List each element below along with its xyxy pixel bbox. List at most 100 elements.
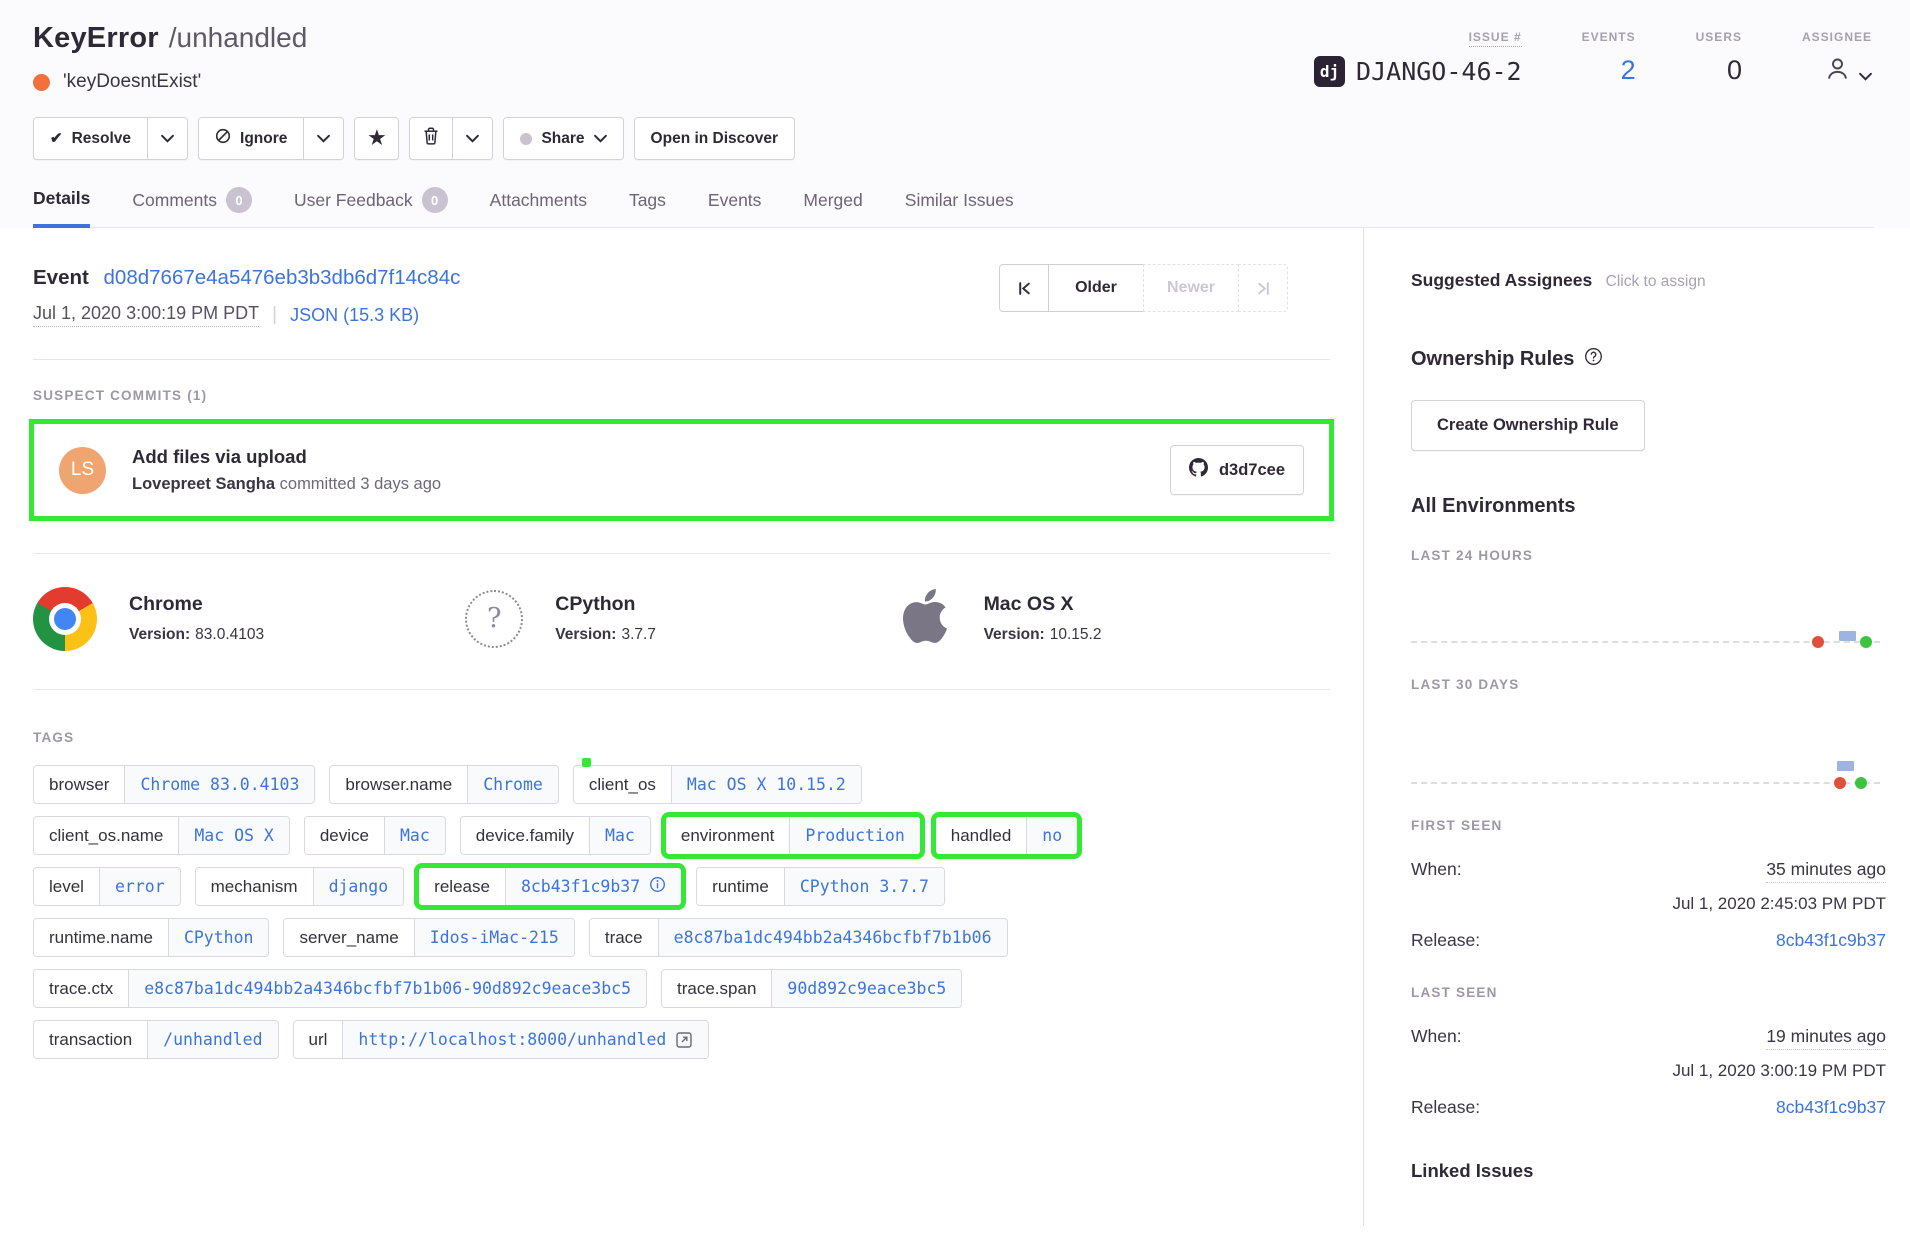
- tag-pill-browser: browser Chrome 83.0.4103: [33, 765, 315, 804]
- ignore-dropdown-button[interactable]: [303, 118, 343, 159]
- resolve-button[interactable]: ✔ Resolve: [34, 118, 147, 159]
- tab-merged[interactable]: Merged: [803, 187, 862, 227]
- older-event-button[interactable]: Older: [1048, 264, 1144, 312]
- tag-value-link[interactable]: Mac OS X 10.15.2: [671, 766, 861, 803]
- first-seen-relative: 35 minutes ago: [1766, 859, 1886, 883]
- tag-value-link[interactable]: Mac: [384, 817, 445, 854]
- tags-heading: TAGS: [33, 730, 1330, 745]
- issue-header: KeyError /unhandled 'keyDoesntExist' ISS…: [0, 0, 1910, 228]
- last-seen-absolute: Jul 1, 2020 3:00:19 PM PDT: [1411, 1061, 1886, 1081]
- project-badge-icon: dj: [1314, 56, 1345, 87]
- event-timestamp: Jul 1, 2020 3:00:19 PM PDT: [33, 303, 259, 327]
- tag-value-link[interactable]: Mac: [589, 817, 650, 854]
- commit-author-avatar: LS: [59, 447, 106, 494]
- context-version: 10.15.2: [1050, 626, 1102, 643]
- event-header-section: Event d08d7667e4a5476eb3b3db6d7f14c84c J…: [33, 228, 1330, 360]
- issue-number-label: ISSUE #: [1469, 30, 1522, 47]
- event-bar: [1839, 631, 1856, 641]
- star-icon: ★: [368, 129, 385, 148]
- tag-pill-server-name: server_name Idos-iMac-215: [283, 918, 574, 957]
- ignore-button[interactable]: Ignore: [199, 118, 303, 159]
- context-browser: Chrome Version:83.0.4103: [33, 586, 465, 651]
- tag-value-link[interactable]: http://localhost:8000/unhandled: [342, 1021, 708, 1058]
- create-ownership-rule-button[interactable]: Create Ownership Rule: [1411, 400, 1645, 451]
- events-label: EVENTS: [1582, 30, 1636, 44]
- events-count[interactable]: 2: [1582, 55, 1636, 86]
- tag-value-link[interactable]: /unhandled: [147, 1021, 277, 1058]
- suspect-commit-row: LS Add files via upload Lovepreet Sangha…: [33, 423, 1330, 517]
- bookmark-star-button[interactable]: ★: [355, 118, 398, 159]
- context-version: 3.7.7: [621, 626, 655, 643]
- tab-similar-issues[interactable]: Similar Issues: [905, 187, 1014, 227]
- delete-dropdown-button[interactable]: [452, 118, 492, 159]
- ownership-rules-title: Ownership Rules: [1411, 348, 1574, 371]
- chrome-icon: [33, 587, 97, 651]
- context-runtime: ? CPython Version:3.7.7: [465, 586, 897, 651]
- last-seen-release-link[interactable]: 8cb43f1c9b37: [1776, 1097, 1886, 1118]
- tag-pill-environment: environment Production: [665, 816, 921, 855]
- check-icon: ✔: [50, 131, 63, 146]
- tab-details[interactable]: Details: [33, 187, 90, 228]
- tab-attachments[interactable]: Attachments: [490, 187, 587, 227]
- release-marker-icon: [1860, 636, 1872, 648]
- first-seen-label: FIRST SEEN: [1411, 818, 1886, 833]
- events-sparkline-24h: [1411, 563, 1880, 643]
- event-json-link[interactable]: JSON (15.3 KB): [290, 305, 419, 326]
- share-button[interactable]: Share: [504, 118, 622, 159]
- assignee-dropdown[interactable]: [1824, 55, 1872, 89]
- info-icon[interactable]: [649, 876, 666, 897]
- tag-pill-trace-span: trace.span 90d892c9eace3bc5: [661, 969, 962, 1008]
- context-name: CPython: [555, 593, 656, 616]
- context-version: 83.0.4103: [195, 626, 264, 643]
- last-24-hours-label: LAST 24 HOURS: [1411, 548, 1886, 563]
- release-marker-icon: [1834, 777, 1846, 789]
- external-link-icon[interactable]: [675, 1031, 693, 1049]
- first-seen-release-link[interactable]: 8cb43f1c9b37: [1776, 930, 1886, 951]
- tag-value-link[interactable]: error: [99, 868, 180, 905]
- tag-value-link[interactable]: e8c87ba1dc494bb2a4346bcfbf7b1b06-90d892c…: [128, 970, 646, 1007]
- suspect-commits-section: SUSPECT COMMITS (1) LS Add files via upl…: [33, 360, 1330, 554]
- tag-value-link[interactable]: CPython: [168, 919, 269, 956]
- tag-value-link[interactable]: django: [313, 868, 404, 905]
- tag-value-link[interactable]: 8cb43f1c9b37: [505, 868, 681, 905]
- oldest-event-button[interactable]: [999, 264, 1049, 312]
- chevron-down-icon: [466, 130, 479, 148]
- tags-section: TAGS browser Chrome 83.0.4103 browser.na…: [33, 690, 1330, 1059]
- stat-assignee: ASSIGNEE: [1802, 28, 1872, 89]
- tag-value-link[interactable]: CPython 3.7.7: [784, 868, 944, 905]
- tag-value-link[interactable]: Chrome: [467, 766, 558, 803]
- last-30-days-label: LAST 30 DAYS: [1411, 677, 1886, 692]
- tab-tags[interactable]: Tags: [629, 187, 666, 227]
- tag-pill-level: level error: [33, 867, 181, 906]
- release-marker-icon: [1855, 777, 1867, 789]
- event-bar: [1837, 761, 1854, 771]
- tag-value-link[interactable]: Production: [789, 817, 919, 854]
- tag-pill-device-family: device.family Mac: [460, 816, 651, 855]
- annotation-dot: [582, 758, 591, 767]
- tag-pill-handled: handled no: [935, 816, 1078, 855]
- commit-sha-button[interactable]: d3d7cee: [1170, 445, 1304, 495]
- issue-title-block: KeyError /unhandled 'keyDoesntExist': [33, 22, 307, 93]
- tag-value-link[interactable]: no: [1026, 817, 1077, 854]
- tab-comments[interactable]: Comments 0: [132, 187, 252, 227]
- chevron-down-icon: [317, 130, 330, 148]
- tag-value-link[interactable]: Chrome 83.0.4103: [124, 766, 314, 803]
- chevron-down-icon: [594, 130, 607, 148]
- tab-events[interactable]: Events: [708, 187, 762, 227]
- help-question-icon[interactable]: [1584, 347, 1603, 372]
- tag-value-link[interactable]: Mac OS X: [178, 817, 288, 854]
- commit-author-name: Lovepreet Sangha: [132, 475, 275, 493]
- tag-value-link[interactable]: 90d892c9eace3bc5: [771, 970, 961, 1007]
- issue-sidebar: Suggested Assignees Click to assign Owne…: [1363, 228, 1910, 1226]
- tag-value-link[interactable]: Idos-iMac-215: [414, 919, 574, 956]
- error-level-dot: [33, 74, 50, 91]
- issue-stats: ISSUE # dj DJANGO-46-2 EVENTS 2 USERS 0 …: [1314, 22, 1872, 89]
- delete-button[interactable]: [410, 118, 452, 159]
- suggested-assignees-title: Suggested Assignees: [1411, 270, 1592, 290]
- tag-pill-url: url http://localhost:8000/unhandled: [293, 1020, 710, 1059]
- tab-user-feedback[interactable]: User Feedback 0: [294, 187, 448, 227]
- open-in-discover-button[interactable]: Open in Discover: [635, 118, 794, 159]
- tag-value-link[interactable]: e8c87ba1dc494bb2a4346bcfbf7b1b06: [658, 919, 1007, 956]
- event-id-link[interactable]: d08d7667e4a5476eb3b3db6d7f14c84c: [104, 266, 461, 289]
- resolve-dropdown-button[interactable]: [147, 118, 187, 159]
